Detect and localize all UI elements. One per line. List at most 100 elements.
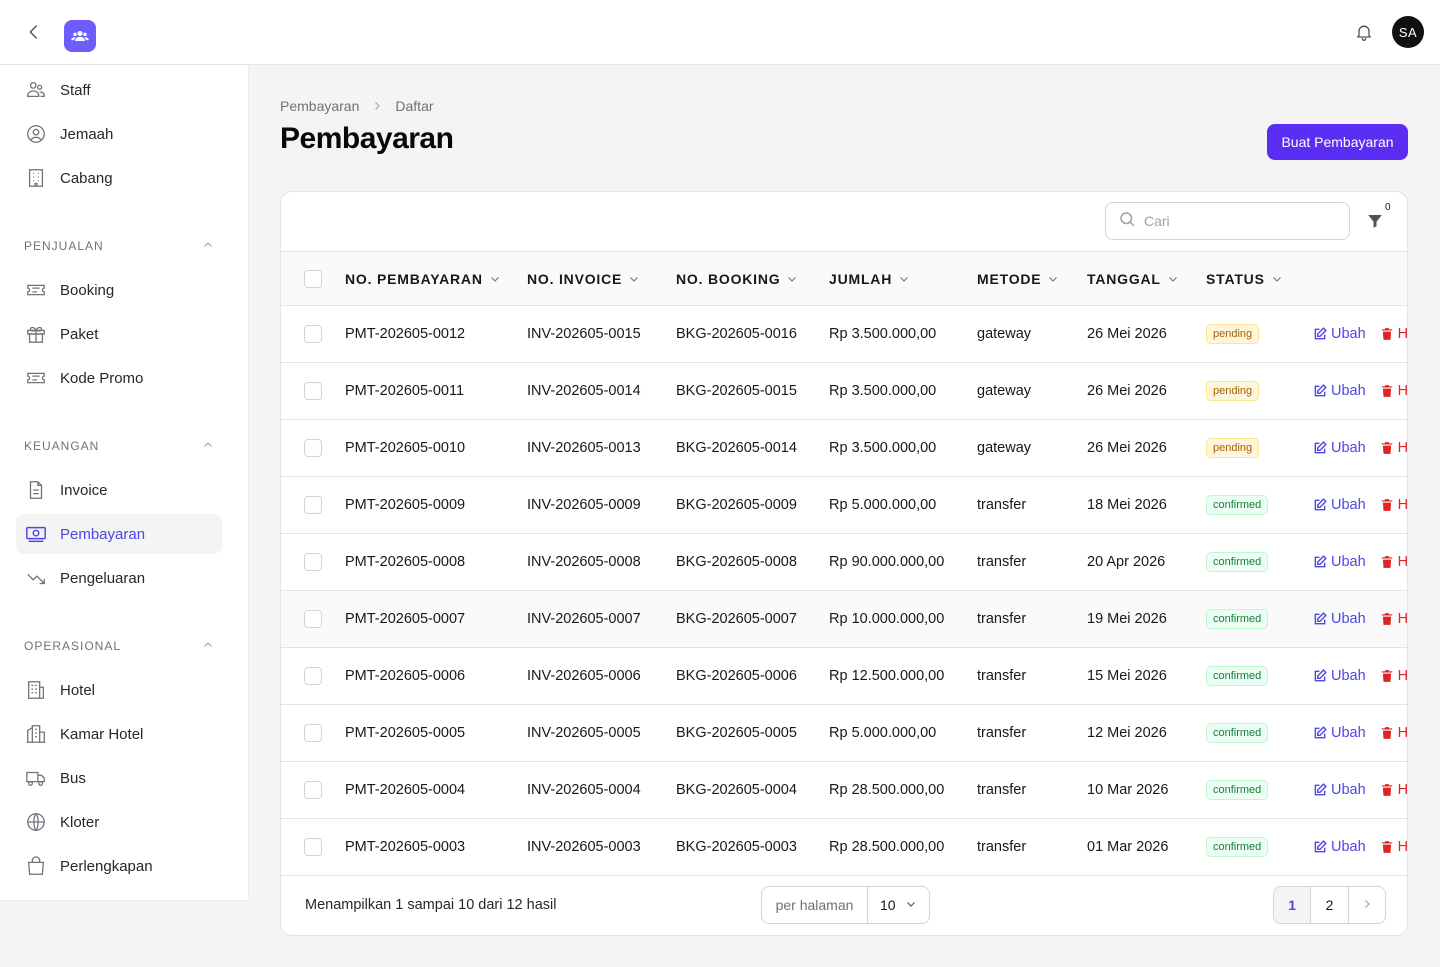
sidebar-item-label: Paket bbox=[60, 325, 99, 343]
delete-button[interactable]: H bbox=[1380, 611, 1407, 627]
cell-tanggal: 19 Mei 2026 bbox=[1087, 611, 1167, 627]
table-row[interactable]: PMT-202605-0010 INV-202605-0013 BKG-202605… bbox=[281, 420, 1408, 477]
row-checkbox[interactable] bbox=[304, 838, 322, 856]
delete-button[interactable]: H bbox=[1380, 782, 1408, 798]
edit-button[interactable]: Ubah bbox=[1313, 668, 1366, 684]
row-checkbox[interactable] bbox=[304, 382, 322, 400]
row-checkbox[interactable] bbox=[304, 553, 322, 571]
trash-icon bbox=[1381, 442, 1392, 454]
sidebar-item-booking[interactable]: Booking bbox=[16, 270, 222, 310]
cell-metode: transfer bbox=[977, 782, 1027, 798]
create-payment-button[interactable]: Buat Pembayaran bbox=[1267, 124, 1408, 160]
sidebar-item-kamar-hotel[interactable]: Kamar Hotel bbox=[16, 714, 222, 754]
sidebar-item-kode-promo[interactable]: Kode Promo bbox=[16, 358, 222, 398]
cell-jumlah: Rp 5.000.000,00 bbox=[829, 497, 937, 513]
row-checkbox[interactable] bbox=[304, 667, 322, 685]
table-row[interactable]: PMT-202605-0003 INV-202605-0003 BKG-202605… bbox=[281, 819, 1407, 876]
column-label: STATUS bbox=[1206, 270, 1265, 287]
column-header-tanggal[interactable]: TANGGAL bbox=[1087, 271, 1206, 287]
column-header-no-pembayaran[interactable]: NO. PEMBAYARAN bbox=[345, 271, 527, 287]
trash-icon bbox=[1381, 385, 1392, 397]
app-logo-icon[interactable] bbox=[64, 20, 96, 52]
edit-button[interactable]: Ubah bbox=[1313, 725, 1366, 741]
delete-button[interactable]: H bbox=[1380, 839, 1407, 855]
row-actions: Ubah H bbox=[1313, 440, 1408, 456]
delete-button[interactable]: H bbox=[1380, 326, 1407, 342]
cell-metode: transfer bbox=[977, 554, 1027, 570]
edit-label: Ubah bbox=[1331, 611, 1366, 627]
table-row[interactable]: PMT-202605-0012 INV-202605-0015 BKG-202605… bbox=[281, 306, 1407, 363]
sidebar-item-bus[interactable]: Bus bbox=[16, 758, 222, 798]
table-row[interactable]: PMT-202605-0006 INV-202605-0006 BKG-202605… bbox=[281, 648, 1407, 705]
row-checkbox[interactable] bbox=[304, 439, 322, 457]
delete-button[interactable]: H bbox=[1380, 440, 1408, 456]
edit-icon bbox=[1314, 441, 1327, 454]
column-label: JUMLAH bbox=[829, 270, 893, 287]
delete-button[interactable]: H bbox=[1380, 383, 1407, 399]
column-header-no-booking[interactable]: NO. BOOKING bbox=[676, 271, 829, 287]
filter-icon[interactable] bbox=[1363, 209, 1387, 233]
sidebar-item-hotel[interactable]: Hotel bbox=[16, 670, 222, 710]
row-actions: Ubah H bbox=[1313, 668, 1407, 684]
back-arrow-icon[interactable] bbox=[22, 20, 46, 44]
chevron-down-icon bbox=[786, 273, 798, 285]
table-row[interactable]: PMT-202605-0008 INV-202605-0008 BKG-202605… bbox=[281, 534, 1407, 591]
delete-button[interactable]: H bbox=[1380, 497, 1407, 513]
delete-label: H bbox=[1397, 440, 1408, 456]
next-page-button[interactable] bbox=[1349, 887, 1385, 923]
column-header-jumlah[interactable]: JUMLAH bbox=[829, 271, 977, 287]
delete-button[interactable]: H bbox=[1380, 668, 1407, 684]
table-row[interactable]: PMT-202605-0009 INV-202605-0009 BKG-202605… bbox=[281, 477, 1407, 534]
column-header-no-invoice[interactable]: NO. INVOICE bbox=[527, 271, 676, 287]
sidebar-item-kloter[interactable]: Kloter bbox=[16, 802, 222, 842]
table-row[interactable]: PMT-202605-0007 INV-202605-0007 BKG-202605… bbox=[281, 590, 1407, 648]
notification-bell-icon[interactable] bbox=[1352, 20, 1376, 44]
row-checkbox[interactable] bbox=[304, 325, 322, 343]
group-header-penjualan[interactable]: PENJUALAN bbox=[24, 236, 214, 256]
group-header-operasional[interactable]: OPERASIONAL bbox=[24, 636, 214, 656]
row-checkbox[interactable] bbox=[304, 781, 322, 799]
row-checkbox[interactable] bbox=[304, 496, 322, 514]
sidebar-item-pengeluaran[interactable]: Pengeluaran bbox=[16, 558, 222, 598]
page-button-1[interactable]: 1 bbox=[1274, 887, 1312, 923]
cell-jumlah: Rp 3.500.000,00 bbox=[829, 383, 937, 399]
sidebar-item-cabang[interactable]: Cabang bbox=[16, 158, 222, 198]
banknote-icon bbox=[24, 522, 48, 546]
sidebar-item-jemaah[interactable]: Jemaah bbox=[16, 114, 222, 154]
edit-label: Ubah bbox=[1331, 668, 1366, 684]
per-page-dropdown[interactable]: 10 bbox=[868, 897, 929, 913]
select-all-checkbox[interactable] bbox=[304, 269, 322, 288]
table-row[interactable]: PMT-202605-0011 INV-202605-0014 BKG-202605… bbox=[281, 363, 1407, 420]
column-header-metode[interactable]: METODE bbox=[977, 271, 1087, 287]
page-button-2[interactable]: 2 bbox=[1311, 887, 1349, 923]
status-badge: confirmed bbox=[1206, 837, 1269, 857]
status-badge: pending bbox=[1206, 438, 1260, 458]
sidebar-item-invoice[interactable]: Invoice bbox=[16, 470, 222, 510]
breadcrumb-parent[interactable]: Pembayaran bbox=[280, 98, 359, 114]
delete-button[interactable]: H bbox=[1380, 725, 1407, 741]
edit-button[interactable]: Ubah bbox=[1313, 383, 1366, 399]
row-checkbox[interactable] bbox=[304, 724, 322, 742]
delete-label: H bbox=[1397, 782, 1408, 798]
edit-button[interactable]: Ubah bbox=[1313, 839, 1366, 855]
table-row[interactable]: PMT-202605-0005 INV-202605-0005 BKG-202605… bbox=[281, 705, 1407, 762]
edit-button[interactable]: Ubah bbox=[1313, 440, 1366, 456]
payments-table-card: 0 NO. PEMBAYARAN NO. INVOICE NO. BOOKING… bbox=[280, 191, 1408, 936]
sidebar-item-staff[interactable]: Staff bbox=[16, 70, 222, 110]
edit-button[interactable]: Ubah bbox=[1313, 497, 1366, 513]
column-header-status[interactable]: STATUS bbox=[1206, 271, 1313, 287]
sidebar-item-perlengkapan[interactable]: Perlengkapan bbox=[16, 846, 222, 886]
sidebar-item-paket[interactable]: Paket bbox=[16, 314, 222, 354]
user-avatar[interactable]: SA bbox=[1392, 16, 1424, 48]
edit-button[interactable]: Ubah bbox=[1313, 782, 1366, 798]
delete-button[interactable]: H bbox=[1380, 554, 1407, 570]
edit-button[interactable]: Ubah bbox=[1313, 611, 1366, 627]
row-checkbox[interactable] bbox=[304, 610, 322, 628]
edit-button[interactable]: Ubah bbox=[1313, 326, 1366, 342]
table-row[interactable]: PMT-202605-0004 INV-202605-0004 BKG-202605… bbox=[281, 762, 1408, 819]
search-input[interactable] bbox=[1144, 213, 1334, 229]
edit-button[interactable]: Ubah bbox=[1313, 554, 1366, 570]
group-header-keuangan[interactable]: KEUANGAN bbox=[24, 436, 214, 456]
edit-label: Ubah bbox=[1331, 497, 1366, 513]
sidebar-item-pembayaran[interactable]: Pembayaran bbox=[16, 514, 222, 554]
